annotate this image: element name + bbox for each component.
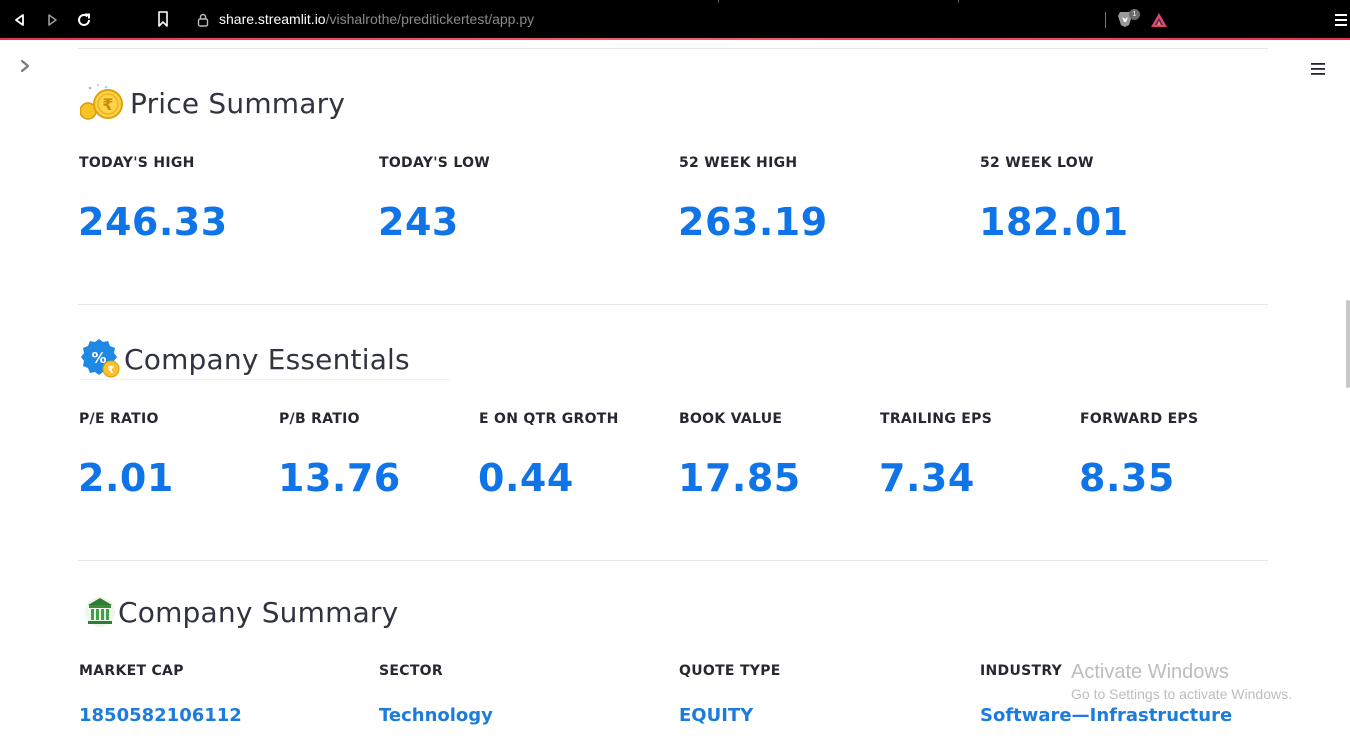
metric-value: 8.35 bbox=[1079, 456, 1175, 500]
price-summary-heading: ₹ Price Summary bbox=[80, 82, 345, 124]
section-divider bbox=[78, 560, 1268, 561]
brave-rewards-button[interactable] bbox=[1150, 12, 1168, 32]
reload-button[interactable] bbox=[74, 10, 94, 30]
metric-value: 263.19 bbox=[678, 200, 828, 244]
bookmark-button[interactable] bbox=[157, 11, 169, 31]
page-scrollbar[interactable] bbox=[1346, 300, 1350, 388]
back-arrow-icon bbox=[15, 14, 24, 26]
coins-icon: ₹ bbox=[80, 83, 123, 120]
metric-value: 0.44 bbox=[478, 456, 574, 500]
metric-value: 17.85 bbox=[678, 456, 801, 500]
bank-icon bbox=[85, 597, 115, 627]
brave-shield-count: 1 bbox=[1129, 9, 1140, 20]
metric-value: 2.01 bbox=[78, 456, 174, 500]
metric-value: EQUITY bbox=[679, 705, 754, 726]
company-summary-heading: Company Summary bbox=[84, 594, 398, 630]
metric-label: INDUSTRY bbox=[980, 663, 1063, 679]
metric-value: 7.34 bbox=[879, 456, 975, 500]
metric-label: MARKET CAP bbox=[79, 663, 184, 679]
windows-activation-title: Activate Windows bbox=[1071, 661, 1229, 683]
section-divider bbox=[78, 304, 1268, 305]
section-title: Company Summary bbox=[118, 595, 399, 629]
url-host: share.streamlit.io bbox=[219, 11, 326, 27]
percent-badge-icon: % ₹ bbox=[81, 339, 120, 378]
tab-separator bbox=[718, 0, 719, 3]
metric-label: SECTOR bbox=[379, 663, 443, 679]
metric-label: QUOTE TYPE bbox=[679, 663, 781, 679]
address-bar[interactable]: share.streamlit.io/vishalrothe/preditick… bbox=[219, 11, 534, 27]
metric-value: Technology bbox=[379, 705, 493, 726]
sidebar-expand-button[interactable] bbox=[18, 58, 32, 78]
app-menu-button[interactable] bbox=[1310, 61, 1326, 80]
metric-label: P/E RATIO bbox=[79, 411, 159, 427]
browser-menu-button[interactable] bbox=[1335, 12, 1347, 31]
bat-triangle-icon bbox=[1151, 13, 1167, 27]
metric-label: TRAILING EPS bbox=[880, 411, 993, 427]
metric-value: Software—Infrastructure bbox=[980, 705, 1233, 726]
tab-strip bbox=[0, 0, 1350, 2]
metric-value: 246.33 bbox=[78, 200, 228, 244]
heading-underline bbox=[80, 379, 450, 380]
windows-activation-subtitle: Go to Settings to activate Windows. bbox=[1071, 686, 1292, 702]
bookmark-icon bbox=[158, 11, 168, 27]
metric-label: TODAY'S HIGH bbox=[79, 155, 195, 171]
forward-button[interactable] bbox=[42, 10, 62, 30]
back-button[interactable] bbox=[10, 10, 30, 30]
metric-value: 1850582106112 bbox=[79, 705, 242, 726]
url-path: /vishalrothe/preditickertest/app.py bbox=[325, 11, 535, 27]
metric-label: BOOK VALUE bbox=[679, 411, 783, 427]
svg-text:₹: ₹ bbox=[108, 365, 115, 376]
section-divider bbox=[78, 48, 1268, 49]
metric-label: 52 WEEK LOW bbox=[980, 155, 1094, 171]
section-title: Price Summary bbox=[130, 86, 346, 120]
metric-value: 182.01 bbox=[979, 200, 1129, 244]
chevron-right-icon bbox=[20, 59, 30, 73]
forward-arrow-icon bbox=[48, 14, 57, 26]
metric-label: E ON QTR GROTH bbox=[479, 411, 619, 427]
toolbar-accent-line bbox=[0, 38, 1350, 40]
metric-value: 243 bbox=[378, 200, 459, 244]
menu-icon bbox=[1335, 14, 1347, 26]
hamburger-icon bbox=[1311, 63, 1325, 75]
site-info-button[interactable] bbox=[197, 12, 209, 31]
browser-toolbar: share.streamlit.io/vishalrothe/preditick… bbox=[0, 0, 1350, 40]
company-essentials-heading: % ₹ Company Essentials bbox=[80, 338, 410, 380]
section-title: Company Essentials bbox=[124, 342, 410, 376]
metric-label: 52 WEEK HIGH bbox=[679, 155, 798, 171]
metric-label: TODAY'S LOW bbox=[379, 155, 491, 171]
metric-label: P/B RATIO bbox=[279, 411, 360, 427]
svg-text:₹: ₹ bbox=[102, 95, 113, 114]
lock-icon bbox=[197, 13, 209, 27]
toolbar-separator bbox=[1105, 12, 1106, 28]
metric-value: 13.76 bbox=[278, 456, 401, 500]
metric-label: FORWARD EPS bbox=[1080, 411, 1199, 427]
tab-separator bbox=[958, 0, 959, 3]
reload-icon bbox=[78, 13, 90, 26]
